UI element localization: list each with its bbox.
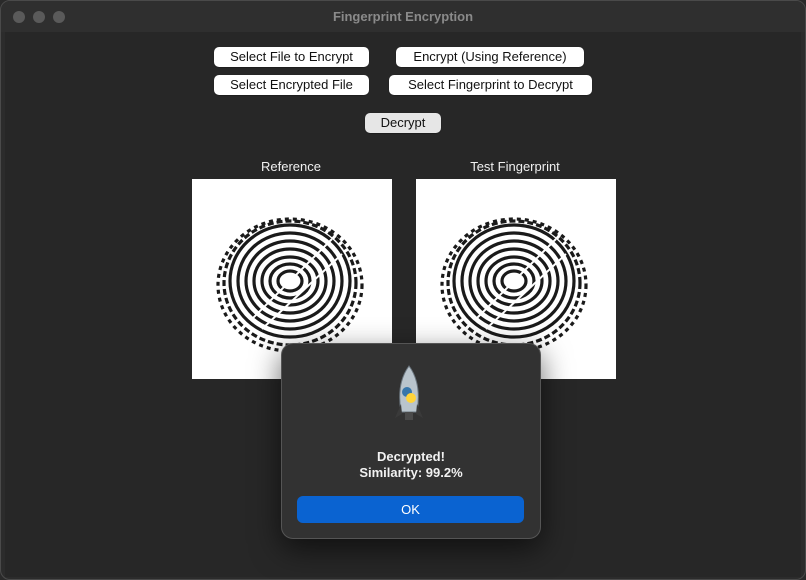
select-encrypted-file-button[interactable]: Select Encrypted File: [214, 75, 369, 95]
select-fingerprint-button[interactable]: Select Fingerprint to Decrypt: [389, 75, 592, 95]
test-fingerprint-label: Test Fingerprint: [470, 159, 560, 174]
python-rocket-icon: [395, 365, 423, 420]
ok-button[interactable]: OK: [297, 496, 524, 523]
title-bar: Fingerprint Encryption: [1, 1, 805, 32]
window-title: Fingerprint Encryption: [332, 9, 474, 24]
app-window: Fingerprint Encryption Select File to En…: [0, 0, 806, 580]
dialog-message-title: Decrypted!: [377, 449, 445, 464]
decrypt-button[interactable]: Decrypt: [365, 113, 441, 133]
reference-label: Reference: [261, 159, 321, 174]
dialog-message-similarity: Similarity: 99.2%: [359, 465, 463, 480]
select-file-to-encrypt-button[interactable]: Select File to Encrypt: [214, 47, 369, 67]
encrypt-button[interactable]: Encrypt (Using Reference): [396, 47, 584, 67]
alert-dialog: Decrypted! Similarity: 99.2% OK: [281, 343, 541, 539]
